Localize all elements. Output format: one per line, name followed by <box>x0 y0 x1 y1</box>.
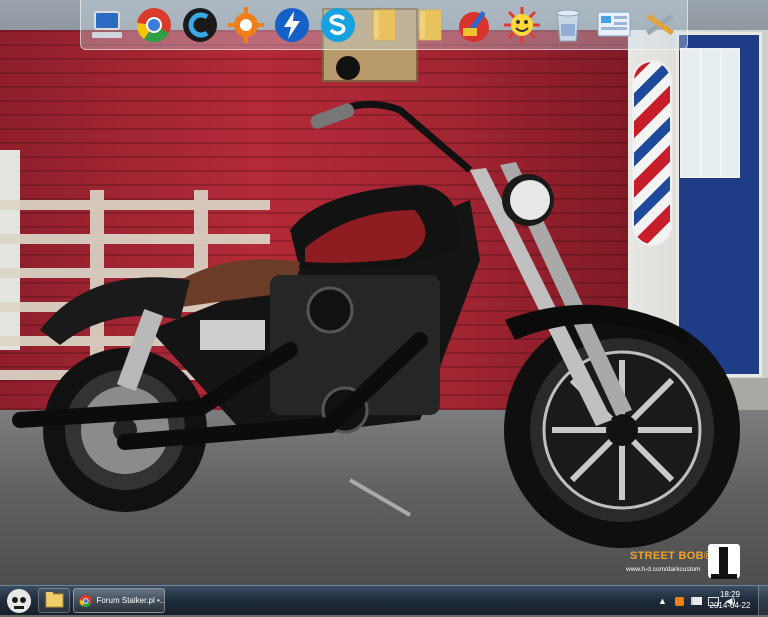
clock-time: 18:29 <box>719 590 741 599</box>
recycle-bin-icon[interactable] <box>547 4 589 46</box>
motorcycle-image <box>12 56 740 548</box>
brand-title: STREET BOB® <box>630 550 713 562</box>
taskbar: Forum Stalker.pl •... ▲ ◀) 18:29 2014-04… <box>0 585 768 615</box>
folder-icon <box>45 592 64 608</box>
avast-icon[interactable] <box>225 4 267 46</box>
control-panel-icon[interactable] <box>593 4 635 46</box>
icon-dock <box>80 0 688 50</box>
chrome-icon <box>79 594 92 607</box>
cleaner-brush-icon[interactable] <box>455 4 497 46</box>
clock[interactable]: 18:29 2014-04-22 <box>704 589 756 611</box>
chrome-icon[interactable] <box>133 4 175 46</box>
skype-icon[interactable] <box>317 4 359 46</box>
speed-booster-icon[interactable] <box>271 4 313 46</box>
tools-icon[interactable] <box>639 4 681 46</box>
harley-logo-icon <box>708 544 740 579</box>
folder-icon-2[interactable] <box>409 4 451 46</box>
clock-date: 2014-04-22 <box>709 601 751 610</box>
avast-tray-icon[interactable] <box>674 596 685 607</box>
taskbar-explorer-button[interactable] <box>38 588 70 613</box>
show-desktop-button[interactable] <box>758 586 768 615</box>
skull-start-icon <box>7 589 31 613</box>
folder-icon[interactable] <box>363 4 405 46</box>
ccleaner-icon[interactable] <box>179 4 221 46</box>
show-hidden-icons-icon[interactable]: ▲ <box>657 596 668 607</box>
brand-url: www.h-d.com/darkcustom <box>626 566 701 573</box>
desktop-wallpaper: STREET BOB® www.h-d.com/darkcustom <box>0 0 768 585</box>
my-computer-icon[interactable] <box>87 4 129 46</box>
flag-icon[interactable] <box>691 596 702 607</box>
taskbar-chrome-button[interactable]: Forum Stalker.pl •... <box>73 588 165 613</box>
smiley-icon[interactable] <box>501 4 543 46</box>
taskbar-chrome-label: Forum Stalker.pl •... <box>96 596 164 605</box>
start-button[interactable] <box>4 588 34 614</box>
